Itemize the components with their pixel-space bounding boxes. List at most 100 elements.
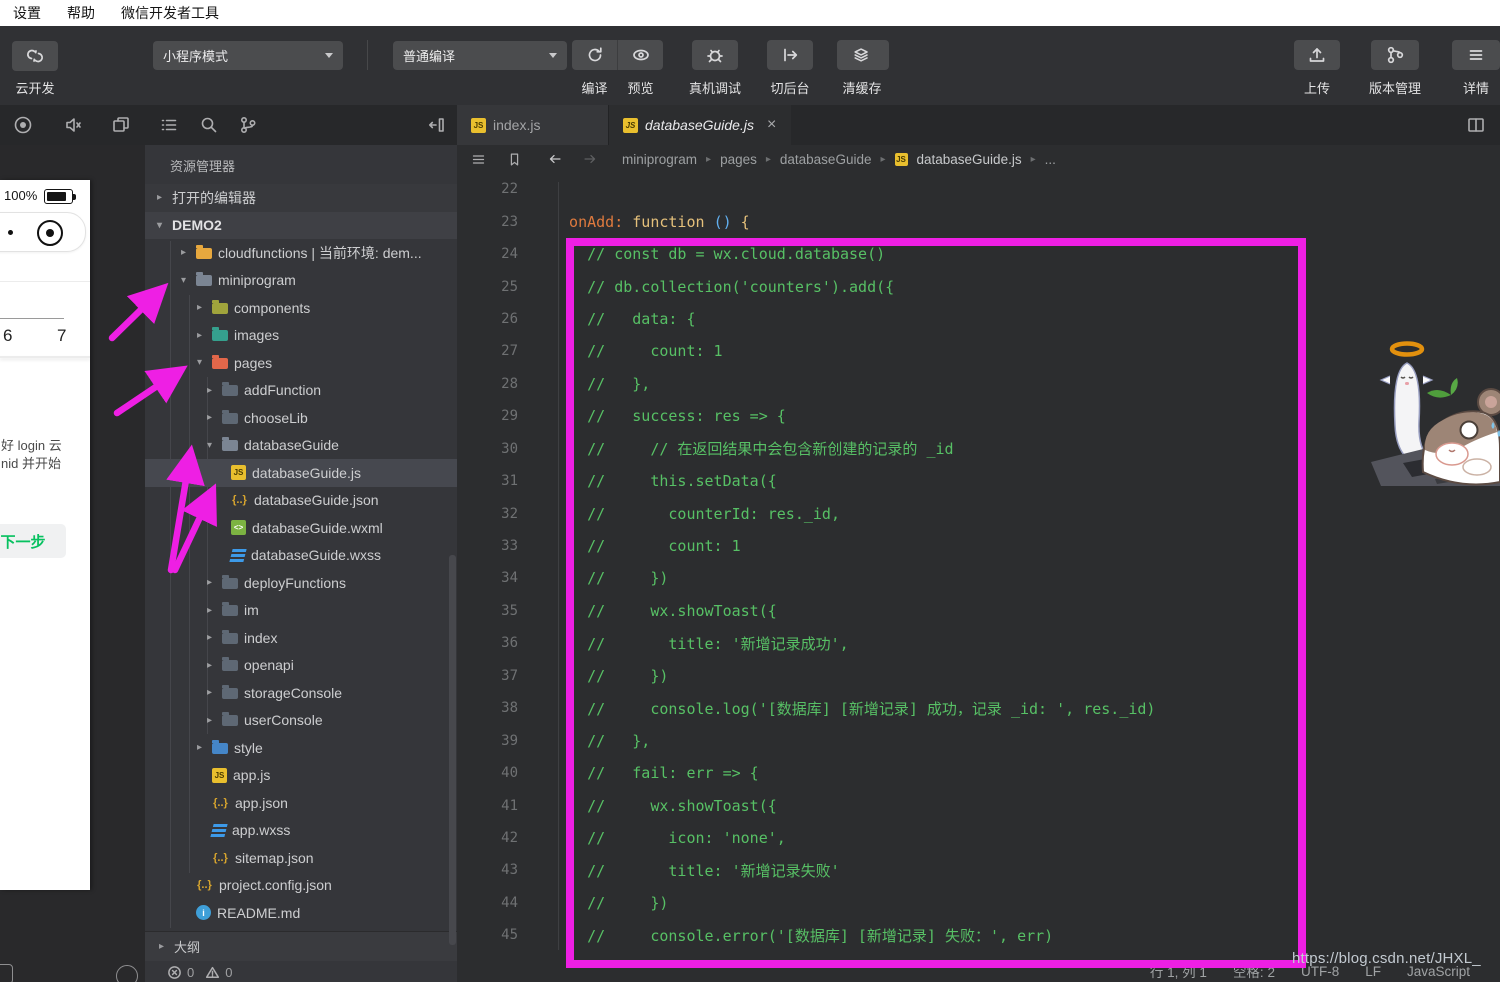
bookmark-icon[interactable] bbox=[506, 151, 523, 168]
tab-index-js[interactable]: JS index.js bbox=[457, 105, 609, 145]
collapse-sidebar-icon[interactable] bbox=[426, 114, 448, 136]
preview-button[interactable] bbox=[618, 40, 663, 70]
mute-button[interactable] bbox=[62, 114, 84, 136]
list-icon[interactable] bbox=[470, 151, 487, 168]
menu-app-title[interactable]: 微信开发者工具 bbox=[108, 3, 232, 23]
breadcrumb-item[interactable]: databaseGuide bbox=[780, 152, 872, 167]
tree-item-index[interactable]: ▸ index bbox=[145, 624, 457, 652]
tree-item-openapi[interactable]: ▸ openapi bbox=[145, 652, 457, 680]
clear-cache-button[interactable] bbox=[837, 40, 889, 70]
main-toolbar: 云开发 小程序模式 普通编译 编译 预览 真机调试 切后台 清缓存 上传 版本管… bbox=[0, 26, 1500, 105]
tree-section-open-editors[interactable]: ▸ 打开的编辑器 bbox=[145, 184, 457, 212]
background-switch-button[interactable] bbox=[767, 40, 813, 70]
tree-item-sitemap-json[interactable]: {..} sitemap.json bbox=[145, 844, 457, 872]
upload-button[interactable] bbox=[1294, 40, 1340, 70]
code-line: 27 // count: 1 bbox=[501, 342, 723, 361]
tree-item-databaseguide[interactable]: ▾ databaseGuide bbox=[145, 432, 457, 460]
version-control-button[interactable] bbox=[1371, 40, 1419, 70]
tree-item-chooselib[interactable]: ▸ chooseLib bbox=[145, 404, 457, 432]
code-line: 35 // wx.showToast({ bbox=[501, 601, 777, 620]
folder-icon bbox=[222, 657, 238, 672]
record-button[interactable] bbox=[12, 114, 34, 136]
tree-item-style[interactable]: ▸ style bbox=[145, 734, 457, 762]
chevron-down-icon bbox=[549, 53, 557, 58]
tree-item-userconsole[interactable]: ▸ userConsole bbox=[145, 707, 457, 735]
compile-mode-dropdown[interactable]: 普通编译 bbox=[393, 41, 567, 70]
chevron-right-icon: ▸ bbox=[206, 384, 213, 396]
tree-item-im[interactable]: ▸ im bbox=[145, 597, 457, 625]
outline-section[interactable]: ▸ 大纲 bbox=[145, 931, 457, 961]
chevron-right-icon: ▸ bbox=[206, 714, 213, 726]
tree-item-addfunction[interactable]: ▸ addFunction bbox=[145, 377, 457, 405]
breadcrumb-item[interactable]: databaseGuide.js bbox=[917, 152, 1022, 167]
more-dots-icon[interactable] bbox=[8, 230, 13, 235]
home-capsule-icon[interactable] bbox=[37, 220, 63, 246]
tree-section-project-demo2[interactable]: ▾ DEMO2 bbox=[145, 211, 457, 239]
search-icon[interactable] bbox=[198, 114, 220, 136]
indent-setting[interactable]: 空格: 2 bbox=[1233, 961, 1275, 981]
code-line: 44 // }) bbox=[501, 893, 669, 912]
tree-item-images[interactable]: ▸ images bbox=[145, 322, 457, 350]
chevron-right-icon: ▸ bbox=[206, 687, 213, 699]
breadcrumb-item[interactable]: miniprogram bbox=[622, 152, 697, 167]
guide-text-line1: 好 login 云 bbox=[1, 438, 62, 453]
mode-dropdown[interactable]: 小程序模式 bbox=[153, 41, 343, 70]
tree-item-components[interactable]: ▸ components bbox=[145, 294, 457, 322]
refresh-icon bbox=[588, 47, 602, 62]
git-branch-icon bbox=[1387, 46, 1404, 64]
forward-arrow-icon[interactable] bbox=[581, 150, 599, 168]
split-editor-icon[interactable] bbox=[1465, 114, 1487, 136]
explorer-list-icon[interactable] bbox=[158, 114, 180, 136]
folder-icon bbox=[222, 684, 238, 699]
breadcrumb-item[interactable]: ... bbox=[1045, 152, 1056, 167]
card-edge bbox=[0, 356, 90, 358]
tree-item-storageconsole[interactable]: ▸ storageConsole bbox=[145, 679, 457, 707]
source-control-icon[interactable] bbox=[237, 114, 259, 136]
menu-settings[interactable]: 设置 bbox=[0, 3, 54, 23]
code-editor[interactable]: 22 23 onAdd: function () { 24 // const d… bbox=[457, 173, 1500, 960]
menu-bar: 设置 帮助 微信开发者工具 bbox=[0, 0, 1500, 26]
problems-counts[interactable]: 0 0 bbox=[145, 962, 457, 982]
device-debug-button[interactable] bbox=[692, 40, 738, 70]
details-button[interactable] bbox=[1452, 40, 1500, 70]
tree-item-databaseguide-wxml[interactable]: <> databaseGuide.wxml bbox=[145, 514, 457, 542]
tree-scrollbar[interactable] bbox=[449, 555, 456, 945]
chevron-right-icon: ▸ bbox=[206, 577, 213, 589]
breadcrumb-item[interactable]: pages bbox=[720, 152, 757, 167]
chevron-right-icon: ▸ bbox=[880, 153, 886, 165]
tree-item-miniprogram[interactable]: ▾ miniprogram bbox=[145, 267, 457, 295]
tree-item-app-wxss[interactable]: app.wxss bbox=[145, 817, 457, 845]
partial-eye-icon[interactable] bbox=[116, 965, 138, 982]
json-file-icon: {..} bbox=[213, 851, 228, 864]
tree-item-cloudfunctions[interactable]: ▸ cloudfunctions | 当前环境: dem... bbox=[145, 239, 457, 267]
tree-item-databaseguide-wxss[interactable]: databaseGuide.wxss bbox=[145, 542, 457, 570]
warning-icon bbox=[206, 966, 220, 978]
multi-window-button[interactable] bbox=[110, 114, 132, 136]
wxml-file-icon: <> bbox=[231, 520, 246, 536]
compile-button[interactable] bbox=[572, 40, 618, 70]
cursor-position[interactable]: 行 1, 列 1 bbox=[1150, 961, 1207, 981]
tree-item-databaseguide-json[interactable]: {..} databaseGuide.json bbox=[145, 487, 457, 515]
chevron-down-icon bbox=[325, 53, 333, 58]
menu-help[interactable]: 帮助 bbox=[54, 3, 108, 23]
back-arrow-icon[interactable] bbox=[546, 150, 564, 168]
json-file-icon: {..} bbox=[213, 796, 228, 809]
tree-item-deployfunctions[interactable]: ▸ deployFunctions bbox=[145, 569, 457, 597]
tab-databaseguide-js[interactable]: JS databaseGuide.js × bbox=[609, 105, 791, 145]
code-line: 43 // title: '新增记录失败' bbox=[501, 861, 840, 880]
cloud-dev-button[interactable] bbox=[12, 41, 58, 71]
key-6[interactable]: 6 bbox=[3, 326, 12, 346]
close-icon[interactable]: × bbox=[767, 117, 776, 133]
tree-item-pages[interactable]: ▾ pages bbox=[145, 349, 457, 377]
simulator-preview: 100% 6 7 好 login 云 nid 并开始 下一步 bbox=[0, 180, 90, 890]
key-7[interactable]: 7 bbox=[57, 326, 66, 346]
partial-toolbar-icon[interactable] bbox=[0, 964, 13, 982]
tree-item-app-json[interactable]: {..} app.json bbox=[145, 789, 457, 817]
next-step-button[interactable]: 下一步 bbox=[0, 524, 66, 558]
tree-item-project-config-json[interactable]: {..} project.config.json bbox=[145, 872, 457, 900]
upload-icon bbox=[1309, 48, 1325, 62]
tree-item-app-js[interactable]: JS app.js bbox=[145, 762, 457, 790]
preview-label: 预览 bbox=[627, 81, 654, 96]
tree-item-readme-md[interactable]: i README.md bbox=[145, 899, 457, 927]
tree-item-databaseguide-js[interactable]: JS databaseGuide.js bbox=[145, 459, 457, 487]
